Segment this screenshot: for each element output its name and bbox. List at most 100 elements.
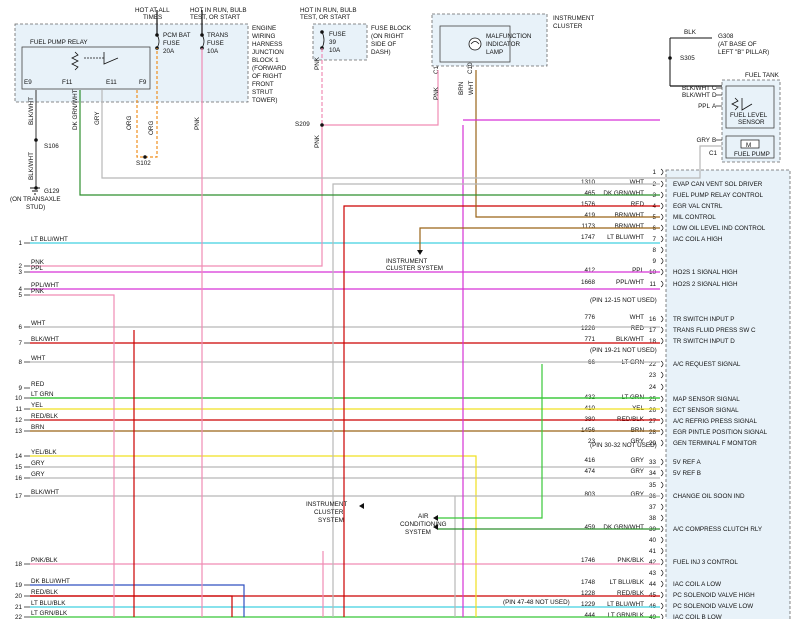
pin-terminal-icon: [660, 536, 664, 544]
s102-label: S102: [136, 160, 151, 167]
left-wire-color: GRY: [31, 471, 45, 478]
vertical-wire-label: DK GRN/WHT: [72, 89, 79, 130]
pcm-pin-number: 8: [652, 247, 656, 254]
pcm-function-label: TR SWITCH INPUT P: [673, 316, 734, 323]
left-wire-color: PNK: [31, 288, 45, 295]
pin-terminal-icon: [660, 315, 664, 323]
wire-color-label: GRY: [630, 457, 644, 464]
pcm-pin-number: 26: [649, 407, 657, 414]
circuit-number: 459: [584, 524, 595, 531]
wire-color-label: LT GRN/BLK: [608, 612, 645, 619]
circuit-number: 465: [584, 190, 595, 197]
left-wire-color: PPL: [31, 265, 43, 272]
g308-label: G308: [718, 33, 734, 40]
wire-color-label: RED: [631, 325, 645, 332]
g129-label: G129: [44, 188, 60, 195]
pin-terminal-icon: [660, 525, 664, 533]
pcm-function-label: FUEL INJ 3 CONTROL: [673, 559, 738, 566]
left-connector-row: 6 WHT: [18, 320, 45, 331]
pin-terminal-icon: [660, 191, 664, 199]
circuit-number: 412: [584, 267, 595, 274]
pcm-pin-number: 34: [649, 470, 657, 477]
circuit-number: 474: [584, 468, 595, 475]
not-used-47-48: (PIN 47-48 NOT USED): [503, 599, 570, 606]
left-pin-number: 6: [18, 324, 22, 331]
wire-color-label: PPL/WHT: [616, 279, 644, 286]
vertical-wire-label: WHT: [468, 81, 475, 95]
pcm-pin-number: 18: [649, 338, 657, 345]
wire-fp-relay: [79, 90, 660, 196]
pcm-function-label: HO2S 2 SIGNAL HIGH: [673, 281, 738, 288]
pcm-pin-number: 23: [649, 372, 657, 379]
wire-color-label: LT BLU/BLK: [610, 579, 645, 586]
pin-terminal-icon: [660, 257, 664, 265]
pcm-pin-number: 9: [652, 258, 656, 265]
pcm-function-label: CHANGE OIL SOON IND: [673, 493, 745, 500]
pin-terminal-icon: [660, 337, 664, 345]
left-pin-number: 1: [18, 240, 22, 247]
pin-terminal-icon: [660, 168, 664, 176]
left-connector-row: 7 BLK/WHT: [18, 336, 59, 347]
left-connector-row: 13 BRN: [15, 424, 45, 435]
circuit-number: 771: [584, 336, 595, 343]
pcm-pin-number: 28: [649, 429, 657, 436]
wire-color-label: BLK/WHT: [616, 336, 644, 343]
pcm-pin-row: 42 1746 PNK/BLK FUEL INJ 3 CONTROL: [581, 557, 738, 566]
pcm-pin-row: 2266 LT GRN A/C REQUEST SIGNAL: [588, 359, 741, 368]
fuel-tank-label: FUEL TANK: [745, 72, 780, 79]
left-connector-row: 3 PPL: [18, 265, 43, 276]
wire-color-label: WHT: [630, 179, 644, 186]
arrow-icon: [359, 503, 364, 509]
hot-run-label-2: HOT IN RUN, BULB TEST, OR START: [300, 7, 357, 21]
circuit-number: 776: [584, 314, 595, 321]
pcm-pin-row: 33 416 GRY 5V REF A: [584, 457, 701, 466]
pin-e9: E9: [24, 79, 32, 86]
pcm-pin-row: 7 1747 LT BLU/WHT IAC COIL A HIGH: [581, 234, 723, 243]
pcm-pin-row: 23: [649, 371, 664, 379]
left-pin-number: 16: [15, 475, 23, 482]
pcm-function-label: A/C REFRIG PRESS SIGNAL: [673, 418, 757, 425]
pcm-function-label: ECT SENSOR SIGNAL: [673, 407, 739, 414]
left-connector-row: 20 RED/BLK: [15, 589, 59, 600]
left-wire-color: DK BLU/WHT: [31, 578, 70, 585]
ic-system-2-label: INSTRUMENT CLUSTER SYSTEM: [306, 501, 347, 524]
circuit-number: 416: [584, 457, 595, 464]
pcm-function-label: EVAP CAN VENT SOL DRIVER: [673, 181, 763, 188]
circuit-number: 1668: [581, 279, 596, 286]
g129-note: (ON TRANSAXLE STUD): [10, 196, 61, 211]
svg-text:M: M: [746, 142, 751, 149]
pcm-function-label: FUEL PUMP RELAY CONTROL: [673, 192, 764, 199]
left-connector-row: 18 PNK/BLK: [15, 557, 58, 568]
s305-label: S305: [680, 55, 695, 62]
pcm-pin-number: 16: [649, 316, 657, 323]
pcm-function-label: GEN TERMINAL F MONITOR: [673, 440, 757, 447]
pcm-function-label: PC SOLENOID VALVE HIGH: [673, 592, 755, 599]
pin-terminal-icon: [660, 371, 664, 379]
fuel-pump-relay-label: FUEL PUMP RELAY: [30, 39, 88, 46]
left-connector-row: 8 WHT: [18, 355, 45, 366]
pcm-pin-number: 7: [652, 236, 656, 243]
left-wire-color: RED/BLK: [31, 589, 59, 596]
left-connector-row: 17 BLK/WHT: [15, 489, 59, 500]
pin-c10-ic: C10: [467, 62, 474, 74]
left-pin-number: 22: [15, 614, 23, 619]
pcm-function-label: TR SWITCH INPUT D: [673, 338, 735, 345]
pin-terminal-icon: [660, 268, 664, 276]
left-wire-color: LT BLU/WHT: [31, 236, 68, 243]
pcm-function-label: TRANS FLUID PRESS SW C: [673, 327, 756, 334]
left-pin-number: 20: [15, 593, 23, 600]
pcm-pin-number: 40: [649, 537, 657, 544]
left-connector-rows: 1LT BLU/WHT2PNK3PPL4PPL/WHT5PNK6WHT7BLK/…: [15, 236, 70, 619]
pcm-pin-number: 27: [649, 418, 657, 425]
pin-terminal-icon: [660, 383, 664, 391]
pin-terminal-icon: [660, 417, 664, 425]
pin-terminal-icon: [660, 428, 664, 436]
left-pin-number: 12: [15, 417, 23, 424]
pcm-function-label: PC SOLENOID VALVE LOW: [673, 603, 753, 610]
blk-wire-label: BLK: [684, 29, 697, 36]
pcm-pin-number: 17: [649, 327, 657, 334]
left-pin-number: 18: [15, 561, 23, 568]
left-pin-number: 21: [15, 604, 23, 611]
left-pin-number: 17: [15, 493, 23, 500]
engine-wiring-label: ENGINE WIRING HARNESS JUNCTION BLOCK 1 (FORWA…: [252, 25, 287, 104]
